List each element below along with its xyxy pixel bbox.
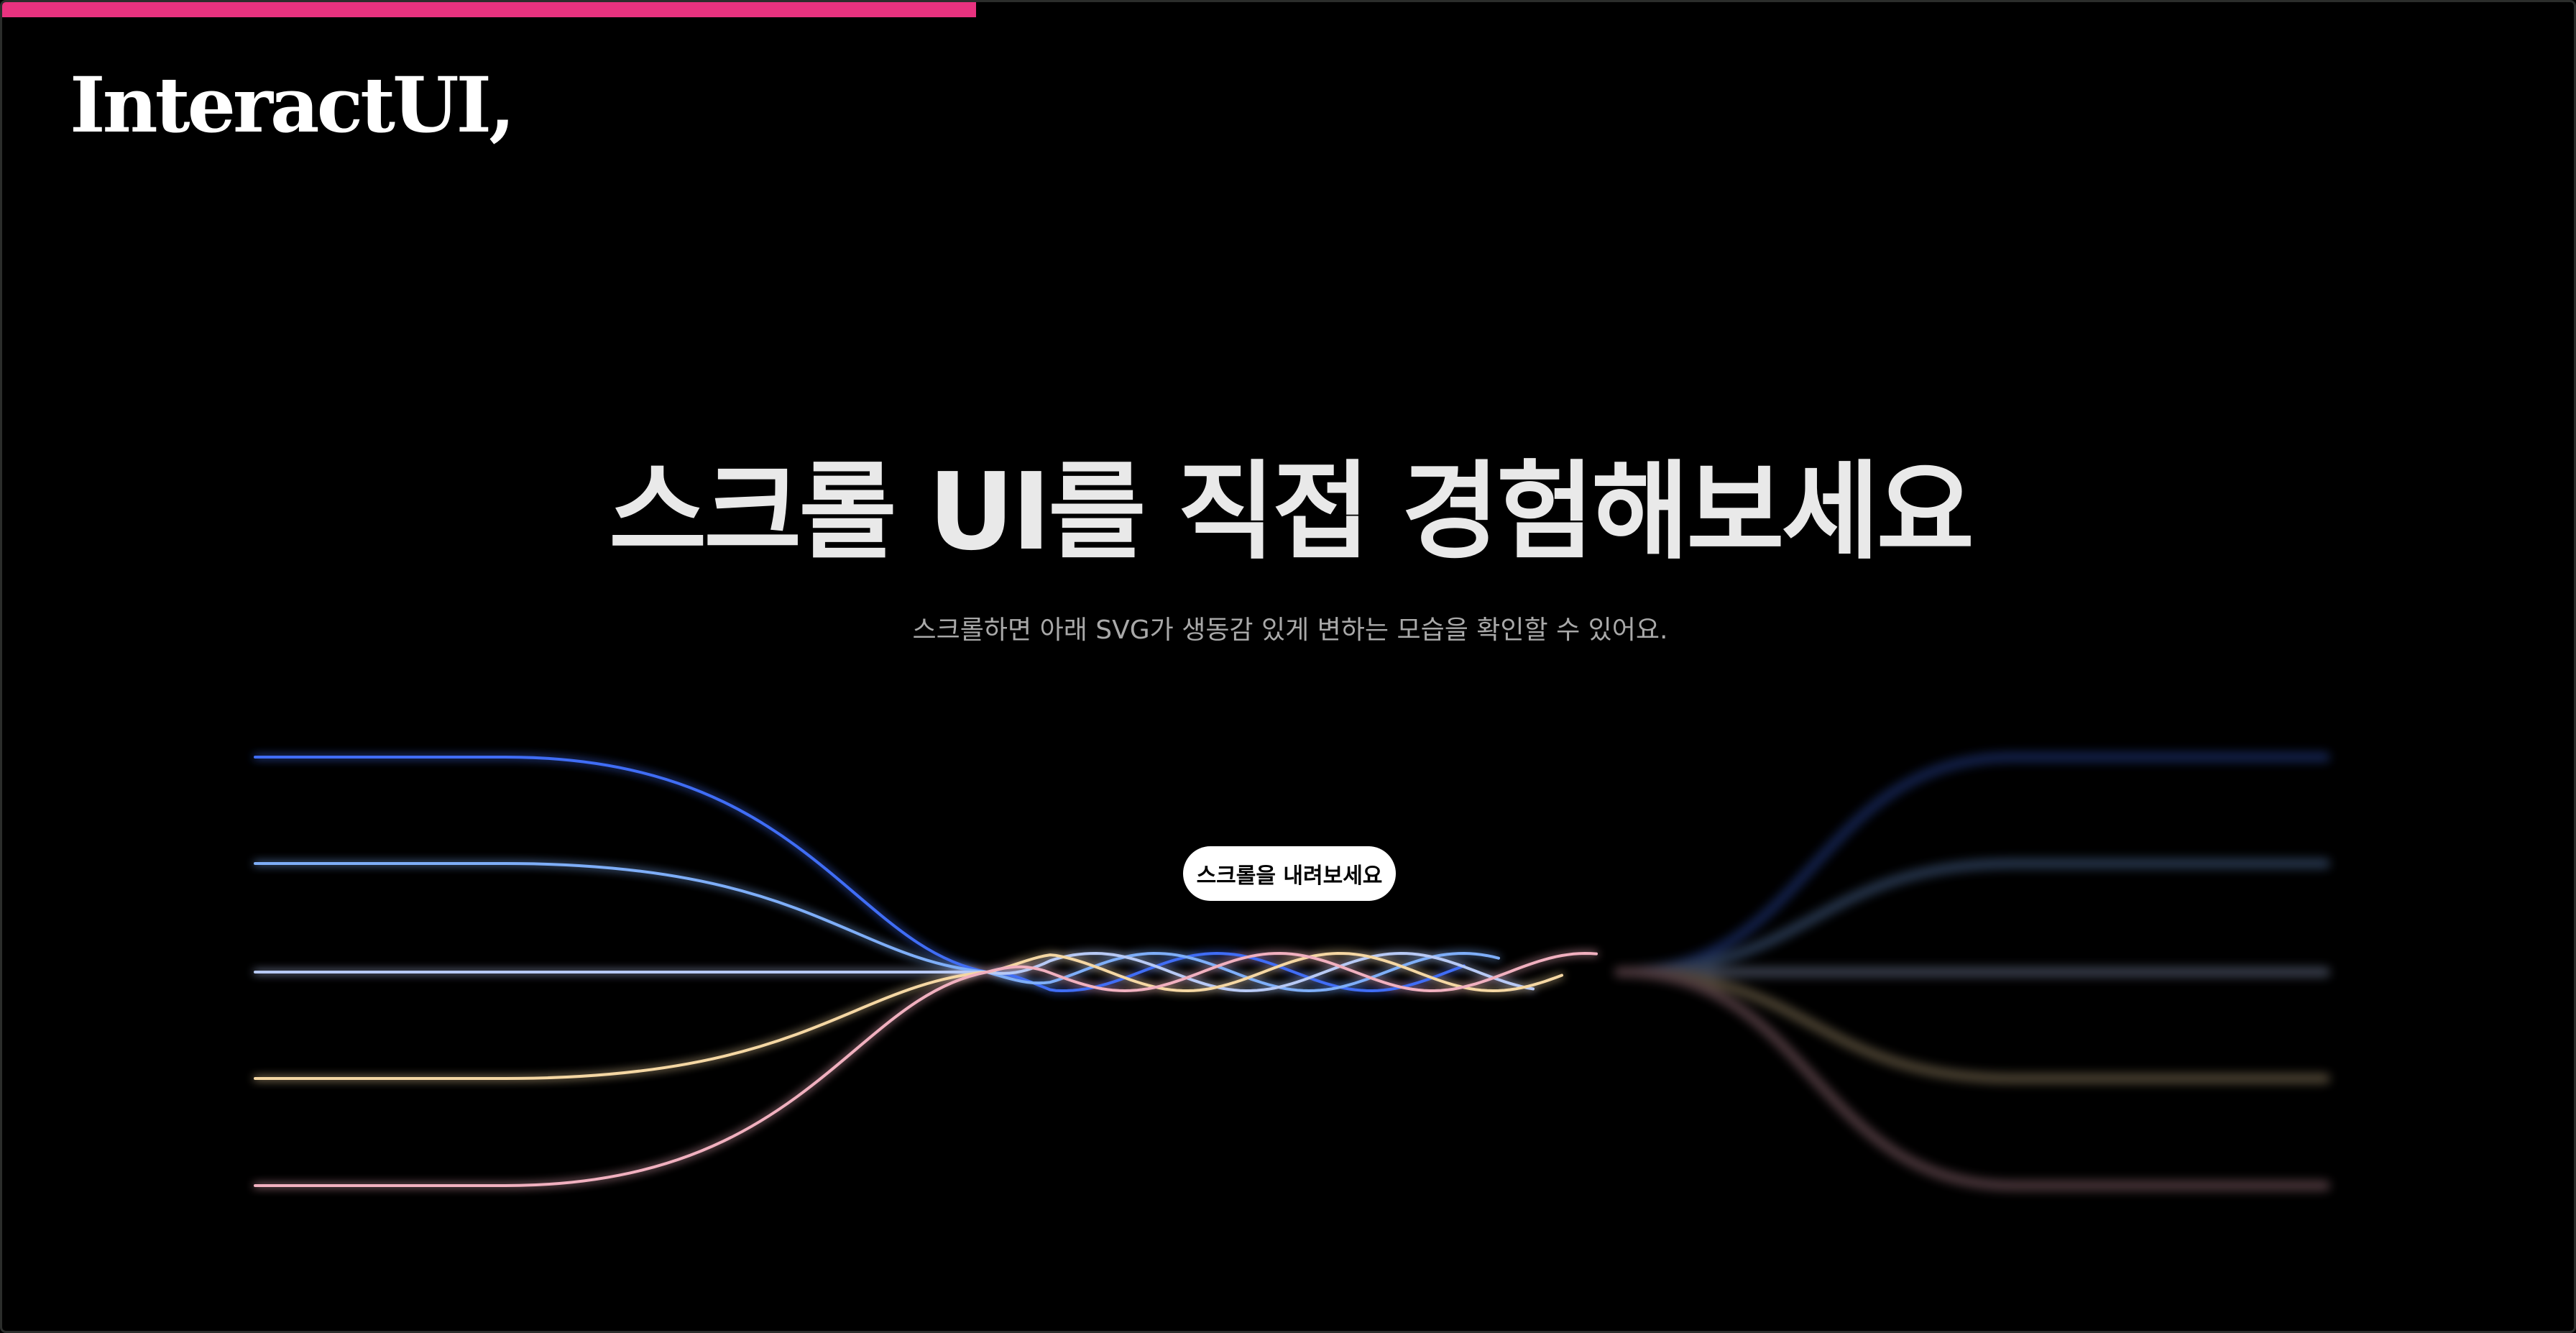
wave-line-left <box>254 971 988 1080</box>
scroll-down-button[interactable]: 스크롤을 내려보세요 <box>1183 846 1396 901</box>
wave-line-right <box>1614 967 2330 1084</box>
wave-lines-illustration <box>254 752 2330 1191</box>
page-frame: InteractUI, 스크롤 UI를 직접 경험해보세요 스크롤하면 아래 S… <box>0 0 2576 1333</box>
wave-line-right <box>1614 858 2330 977</box>
wave-line-left <box>254 862 988 974</box>
